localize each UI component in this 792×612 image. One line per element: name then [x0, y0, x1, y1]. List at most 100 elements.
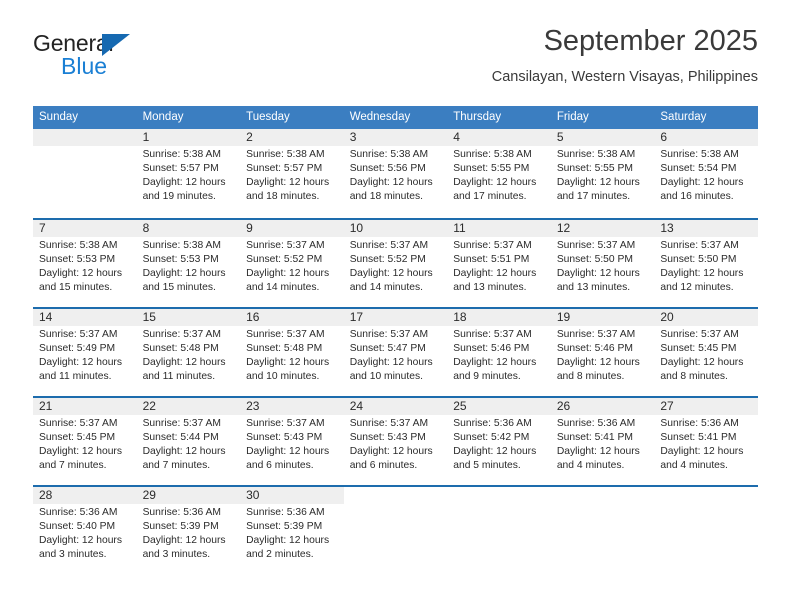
detail-daylight-2: and 18 minutes.	[246, 191, 320, 203]
calendar-day-cell[interactable]: 16 Sunrise: 5:37 AM Sunset: 5:48 PM Dayligh…	[240, 309, 344, 396]
calendar-day-cell[interactable]: 7 Sunrise: 5:38 AM Sunset: 5:53 PM Daylight…	[33, 220, 137, 307]
calendar-day-cell[interactable]: 29 Sunrise: 5:36 AM Sunset: 5:39 PM Dayligh…	[136, 487, 241, 574]
detail-sunset: Sunset: 5:48 PM	[246, 343, 323, 355]
detail-sunset: Sunset: 5:53 PM	[142, 254, 219, 266]
calendar-day-cell[interactable]: 9 Sunrise: 5:37 AM Sunset: 5:52 PM Daylight…	[240, 220, 344, 307]
calendar-day-cell[interactable]: 1 Sunrise: 5:38 AM Sunset: 5:57 PM Daylight…	[136, 129, 241, 218]
calendar-day-cell[interactable]: 13 Sunrise: 5:37 AM Sunset: 5:50 PM Dayligh…	[654, 220, 758, 307]
detail-sunrise: Sunrise: 5:37 AM	[556, 329, 636, 340]
calendar-day-cell[interactable]: 28 Sunrise: 5:36 AM Sunset: 5:40 PM Dayligh…	[33, 487, 137, 574]
day-details: Sunrise: 5:37 AM Sunset: 5:52 PM Daylight:…	[240, 237, 344, 295]
day-details: Sunrise: 5:36 AM Sunset: 5:41 PM Daylight:…	[551, 415, 655, 473]
detail-sunrise: Sunrise: 5:36 AM	[556, 418, 636, 429]
day-details: Sunrise: 5:37 AM Sunset: 5:48 PM Daylight:…	[137, 326, 241, 384]
calendar-day-cell[interactable]: 20 Sunrise: 5:37 AM Sunset: 5:45 PM Dayligh…	[654, 309, 758, 396]
detail-sunset: Sunset: 5:39 PM	[142, 521, 219, 533]
calendar-day-cell[interactable]: 21 Sunrise: 5:37 AM Sunset: 5:45 PM Dayligh…	[33, 398, 137, 485]
detail-sunrise: Sunrise: 5:38 AM	[142, 149, 221, 160]
day-details: Sunrise: 5:38 AM Sunset: 5:57 PM Daylight:…	[137, 146, 241, 204]
calendar-day-cell[interactable]: 2 Sunrise: 5:38 AM Sunset: 5:57 PM Daylight…	[240, 129, 344, 218]
day-number: 28	[33, 487, 137, 504]
calendar-day-cell[interactable]: 25 Sunrise: 5:36 AM Sunset: 5:42 PM Dayligh…	[447, 398, 551, 485]
detail-sunrise: Sunrise: 5:37 AM	[246, 240, 325, 251]
day-details: Sunrise: 5:37 AM Sunset: 5:43 PM Daylight:…	[344, 415, 448, 473]
detail-daylight-2: and 10 minutes.	[246, 371, 320, 383]
detail-sunrise: Sunrise: 5:38 AM	[556, 149, 636, 160]
detail-daylight-1: Daylight: 12 hours	[142, 446, 226, 458]
calendar-day-cell[interactable]: 22 Sunrise: 5:37 AM Sunset: 5:44 PM Dayligh…	[136, 398, 241, 485]
detail-daylight-2: and 5 minutes.	[453, 460, 521, 472]
calendar-day-cell[interactable]: 11 Sunrise: 5:37 AM Sunset: 5:51 PM Dayligh…	[447, 220, 551, 307]
detail-sunset: Sunset: 5:41 PM	[660, 432, 737, 444]
weekday-header-friday: Friday	[556, 111, 589, 123]
detail-daylight-1: Daylight: 12 hours	[246, 446, 330, 458]
detail-sunset: Sunset: 5:53 PM	[39, 254, 116, 266]
calendar-day-cell[interactable]: 14 Sunrise: 5:37 AM Sunset: 5:49 PM Dayligh…	[33, 309, 137, 396]
detail-sunrise: Sunrise: 5:38 AM	[246, 149, 325, 160]
day-details: Sunrise: 5:38 AM Sunset: 5:53 PM Daylight:…	[137, 237, 241, 295]
day-details: Sunrise: 5:36 AM Sunset: 5:39 PM Daylight:…	[137, 504, 241, 562]
day-details: Sunrise: 5:37 AM Sunset: 5:43 PM Daylight:…	[240, 415, 344, 473]
detail-sunset: Sunset: 5:43 PM	[246, 432, 323, 444]
detail-sunrise: Sunrise: 5:38 AM	[349, 149, 429, 160]
day-details: Sunrise: 5:38 AM Sunset: 5:57 PM Daylight:…	[240, 146, 344, 204]
day-number	[550, 487, 655, 504]
detail-daylight-1: Daylight: 12 hours	[349, 177, 433, 189]
detail-daylight-2: and 6 minutes.	[246, 460, 314, 472]
detail-daylight-1: Daylight: 12 hours	[39, 446, 122, 458]
day-details: Sunrise: 5:37 AM Sunset: 5:51 PM Daylight:…	[447, 237, 551, 295]
calendar-day-cell[interactable]: 18 Sunrise: 5:37 AM Sunset: 5:46 PM Dayligh…	[447, 309, 551, 396]
calendar-day-cell[interactable]: 10 Sunrise: 5:37 AM Sunset: 5:52 PM Dayligh…	[343, 220, 448, 307]
detail-daylight-1: Daylight: 12 hours	[246, 268, 330, 280]
detail-daylight-1: Daylight: 12 hours	[453, 446, 537, 458]
detail-sunrise: Sunrise: 5:37 AM	[142, 329, 221, 340]
detail-sunset: Sunset: 5:44 PM	[142, 432, 219, 444]
day-details: Sunrise: 5:38 AM Sunset: 5:53 PM Daylight:…	[33, 237, 137, 295]
weekday-header-saturday: Saturday	[660, 111, 707, 123]
detail-daylight-1: Daylight: 12 hours	[453, 357, 537, 369]
calendar-day-cell[interactable]: 26 Sunrise: 5:36 AM Sunset: 5:41 PM Dayligh…	[550, 398, 655, 485]
detail-daylight-1: Daylight: 12 hours	[556, 268, 640, 280]
detail-sunset: Sunset: 5:54 PM	[660, 163, 737, 175]
day-number: 9	[240, 220, 344, 237]
detail-daylight-2: and 4 minutes.	[556, 460, 625, 472]
calendar-day-cell[interactable]: 17 Sunrise: 5:37 AM Sunset: 5:47 PM Dayligh…	[343, 309, 448, 396]
calendar-day-cell-empty	[550, 487, 655, 574]
calendar-day-cell[interactable]: 15 Sunrise: 5:37 AM Sunset: 5:48 PM Dayligh…	[136, 309, 241, 396]
calendar-day-cell[interactable]: 6 Sunrise: 5:38 AM Sunset: 5:54 PM Daylight…	[654, 129, 758, 218]
day-number: 7	[33, 220, 137, 237]
day-number: 25	[447, 398, 551, 415]
calendar-day-cell[interactable]: 30 Sunrise: 5:36 AM Sunset: 5:39 PM Dayligh…	[240, 487, 344, 574]
detail-daylight-2: and 7 minutes.	[39, 460, 107, 472]
detail-daylight-2: and 13 minutes.	[556, 282, 631, 294]
detail-daylight-2: and 15 minutes.	[39, 282, 113, 294]
weekday-header-monday: Monday	[142, 111, 184, 123]
calendar-day-cell[interactable]: 4 Sunrise: 5:38 AM Sunset: 5:55 PM Daylight…	[447, 129, 551, 218]
detail-daylight-2: and 7 minutes.	[142, 460, 211, 472]
day-number: 20	[654, 309, 758, 326]
day-details: Sunrise: 5:37 AM Sunset: 5:48 PM Daylight:…	[240, 326, 344, 384]
calendar-day-cell[interactable]: 24 Sunrise: 5:37 AM Sunset: 5:43 PM Dayligh…	[343, 398, 448, 485]
calendar-day-cell[interactable]: 19 Sunrise: 5:37 AM Sunset: 5:46 PM Dayligh…	[550, 309, 655, 396]
calendar-day-cell[interactable]: 23 Sunrise: 5:37 AM Sunset: 5:43 PM Dayligh…	[240, 398, 344, 485]
calendar-day-cell[interactable]: 27 Sunrise: 5:36 AM Sunset: 5:41 PM Dayligh…	[654, 398, 758, 485]
detail-sunrise: Sunrise: 5:37 AM	[39, 329, 118, 340]
calendar-weeks: 1 Sunrise: 5:38 AM Sunset: 5:57 PM Daylight…	[33, 129, 758, 574]
detail-sunset: Sunset: 5:42 PM	[453, 432, 530, 444]
detail-sunset: Sunset: 5:46 PM	[453, 343, 530, 355]
generalblue-logo[interactable]: General Blue	[33, 31, 213, 87]
detail-sunrise: Sunrise: 5:37 AM	[453, 329, 532, 340]
detail-daylight-2: and 11 minutes.	[39, 371, 112, 383]
detail-sunset: Sunset: 5:48 PM	[142, 343, 219, 355]
detail-sunrise: Sunrise: 5:36 AM	[246, 507, 325, 518]
calendar-day-cell-empty	[654, 487, 758, 574]
calendar-day-cell[interactable]: 3 Sunrise: 5:38 AM Sunset: 5:56 PM Daylight…	[343, 129, 448, 218]
calendar-day-cell[interactable]: 12 Sunrise: 5:37 AM Sunset: 5:50 PM Dayligh…	[550, 220, 655, 307]
calendar-week-row: 1 Sunrise: 5:38 AM Sunset: 5:57 PM Daylight…	[33, 129, 758, 218]
calendar-grid: Sunday Monday Tuesday Wednesday Thursday Frid…	[33, 106, 758, 574]
calendar-day-cell[interactable]: 8 Sunrise: 5:38 AM Sunset: 5:53 PM Daylight…	[136, 220, 241, 307]
calendar-day-cell[interactable]: 5 Sunrise: 5:38 AM Sunset: 5:55 PM Daylight…	[550, 129, 655, 218]
detail-sunrise: Sunrise: 5:37 AM	[453, 240, 532, 251]
detail-daylight-1: Daylight: 12 hours	[349, 446, 433, 458]
detail-daylight-2: and 12 minutes.	[660, 282, 734, 294]
